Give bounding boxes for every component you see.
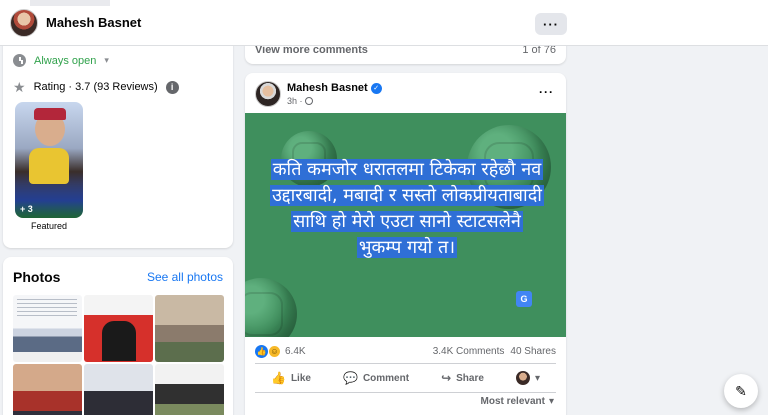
featured-count: + 3 — [20, 204, 33, 214]
photos-title: Photos — [13, 269, 61, 285]
comment-sort-dropdown[interactable]: Most relevant ▾ — [481, 396, 555, 407]
post-text: कति कमजोर धरातलमा टिकेका रहेछौ नव उद्दार… — [269, 157, 545, 261]
photo-thumbnail[interactable] — [84, 364, 153, 415]
thumbs-up-icon: 👍 — [271, 371, 286, 385]
featured-scarf — [29, 148, 69, 184]
compose-message-button[interactable]: ✎ — [724, 374, 758, 408]
featured-thumbnail[interactable]: + 3 — [15, 102, 83, 218]
intro-card: Always open ▾ ★ Rating · 3.7 (93 Reviews… — [3, 20, 233, 248]
photo-thumbnail[interactable] — [84, 295, 153, 362]
reactions-summary: 👍 ☺ 6.4K 3.4K Comments 40 Shares — [255, 345, 556, 358]
edit-icon: ✎ — [735, 382, 747, 399]
profile-selector-button[interactable]: ▾ — [515, 371, 540, 385]
avatar[interactable] — [255, 81, 281, 107]
post-time[interactable]: 3h · — [287, 96, 303, 106]
photos-card: Photos See all photos — [3, 257, 233, 415]
avatar — [515, 371, 530, 385]
photo-text-lines — [17, 299, 77, 319]
featured-hat — [34, 108, 66, 120]
chevron-down-icon: ▾ — [548, 396, 554, 407]
globe-icon — [304, 97, 313, 105]
post-options-button[interactable]: ··· — [539, 85, 554, 99]
comment-icon: 💬 — [342, 371, 358, 385]
star-icon: ★ — [13, 79, 26, 95]
photo-thumbnail[interactable] — [13, 295, 82, 362]
photo-thumbnail[interactable] — [155, 364, 224, 415]
divider — [255, 392, 556, 393]
sort-label: Most relevant — [480, 396, 545, 407]
share-label: Share — [456, 372, 484, 384]
photo-thumbnail[interactable] — [13, 364, 82, 415]
share-button[interactable]: ↪ Share — [441, 371, 484, 385]
photo-thumbnail[interactable] — [155, 295, 224, 362]
share-icon: ↪ — [441, 371, 452, 385]
rating-row: ★ Rating · 3.7 (93 Reviews) i — [13, 80, 179, 94]
like-reaction-icon: 👍 — [255, 345, 268, 358]
faded-text — [30, 0, 110, 6]
shares-count-link[interactable]: 40 Shares — [510, 346, 556, 357]
haha-reaction-icon: ☺ — [268, 345, 281, 358]
comments-count-link[interactable]: 3.4K Comments — [433, 346, 505, 357]
comment-button[interactable]: 💬 Comment — [343, 371, 409, 385]
post-card: Mahesh Basnet ✓ 3h · ··· कति कमजोर धरातल… — [245, 73, 566, 415]
engagement-counts: 3.4K Comments 40 Shares — [433, 346, 556, 357]
divider — [255, 363, 556, 364]
clock-icon — [13, 54, 26, 67]
comment-label: Comment — [362, 372, 410, 384]
more-options-button[interactable]: ··· — [535, 13, 567, 35]
verified-badge-icon: ✓ — [370, 82, 382, 94]
post-timestamp[interactable]: 3h · — [287, 96, 313, 106]
reactions[interactable]: 👍 ☺ 6.4K — [255, 345, 306, 358]
post-actions: 👍 Like 💬 Comment ↪ Share ▾ — [255, 367, 556, 389]
football-decoration — [245, 278, 297, 337]
profile-sticky-header: Mahesh Basnet ··· — [0, 0, 768, 46]
featured-label: Featured — [30, 221, 68, 231]
translate-icon[interactable]: G — [516, 291, 532, 307]
chevron-down-icon: ▾ — [534, 372, 540, 384]
avatar[interactable] — [10, 8, 38, 37]
like-button[interactable]: 👍 Like — [271, 371, 311, 385]
reaction-count[interactable]: 6.4K — [285, 346, 306, 357]
post-text-content: कति कमजोर धरातलमा टिकेका रहेछौ नव उद्दार… — [270, 159, 544, 258]
chevron-down-icon[interactable]: ▾ — [104, 55, 109, 66]
post-author-name[interactable]: Mahesh Basnet — [287, 82, 368, 94]
hours-text: Always open — [34, 54, 97, 67]
post-author[interactable]: Mahesh Basnet ✓ — [287, 82, 382, 94]
see-all-photos-link[interactable]: See all photos — [147, 270, 223, 284]
hours-row[interactable]: Always open ▾ — [13, 54, 109, 67]
info-icon[interactable]: i — [165, 80, 179, 94]
profile-name[interactable]: Mahesh Basnet — [46, 15, 141, 30]
post-image[interactable]: कति कमजोर धरातलमा टिकेका रहेछौ नव उद्दार… — [245, 113, 566, 337]
like-label: Like — [290, 372, 311, 384]
rating-text: Rating · 3.7 (93 Reviews) — [33, 81, 158, 93]
